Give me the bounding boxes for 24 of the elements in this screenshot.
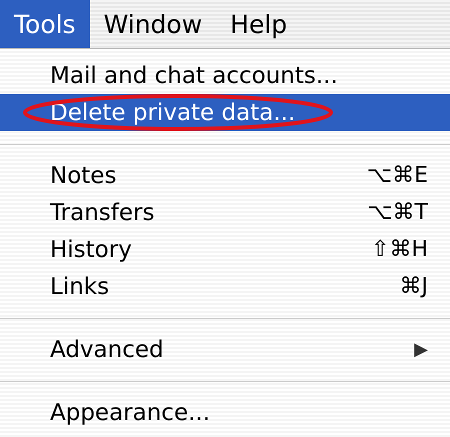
- menu-bar-item[interactable]: Window: [90, 0, 216, 48]
- shortcut-label: ⇧⌘H: [371, 237, 428, 262]
- menu-item[interactable]: Delete private data...: [0, 94, 450, 131]
- menu-item-label: Advanced: [50, 336, 165, 362]
- menu-item[interactable]: Appearance...: [0, 394, 450, 431]
- menu-item-label: Delete private data...: [50, 100, 296, 126]
- shortcut-label: ⌥⌘T: [367, 200, 428, 225]
- menu-item-label: Transfers: [50, 200, 156, 226]
- menu-item[interactable]: Transfers ⌥⌘T: [0, 194, 450, 231]
- menu-item-label: Links: [50, 274, 110, 300]
- shortcut-label: ⌥⌘E: [366, 163, 428, 188]
- menu-item[interactable]: Notes ⌥⌘E: [0, 157, 450, 194]
- submenu-arrow: ▶: [414, 339, 428, 360]
- menu-item[interactable]: History ⇧⌘H: [0, 231, 450, 268]
- menu-item-label: Mail and chat accounts...: [50, 62, 339, 88]
- menu-bar-item[interactable]: Tools: [0, 0, 90, 48]
- menu-item[interactable]: Links ⌘J: [0, 268, 450, 305]
- menu-bar-item[interactable]: Help: [216, 0, 302, 48]
- menu-item-label: Appearance...: [50, 400, 212, 426]
- menu-item-label: History: [50, 236, 133, 262]
- menu-item[interactable]: Advanced ▶: [0, 331, 450, 368]
- shortcut-label: ⌘J: [400, 274, 428, 299]
- menu-item[interactable]: Mail and chat accounts...: [0, 57, 450, 94]
- menu-item-label: Notes: [50, 162, 118, 188]
